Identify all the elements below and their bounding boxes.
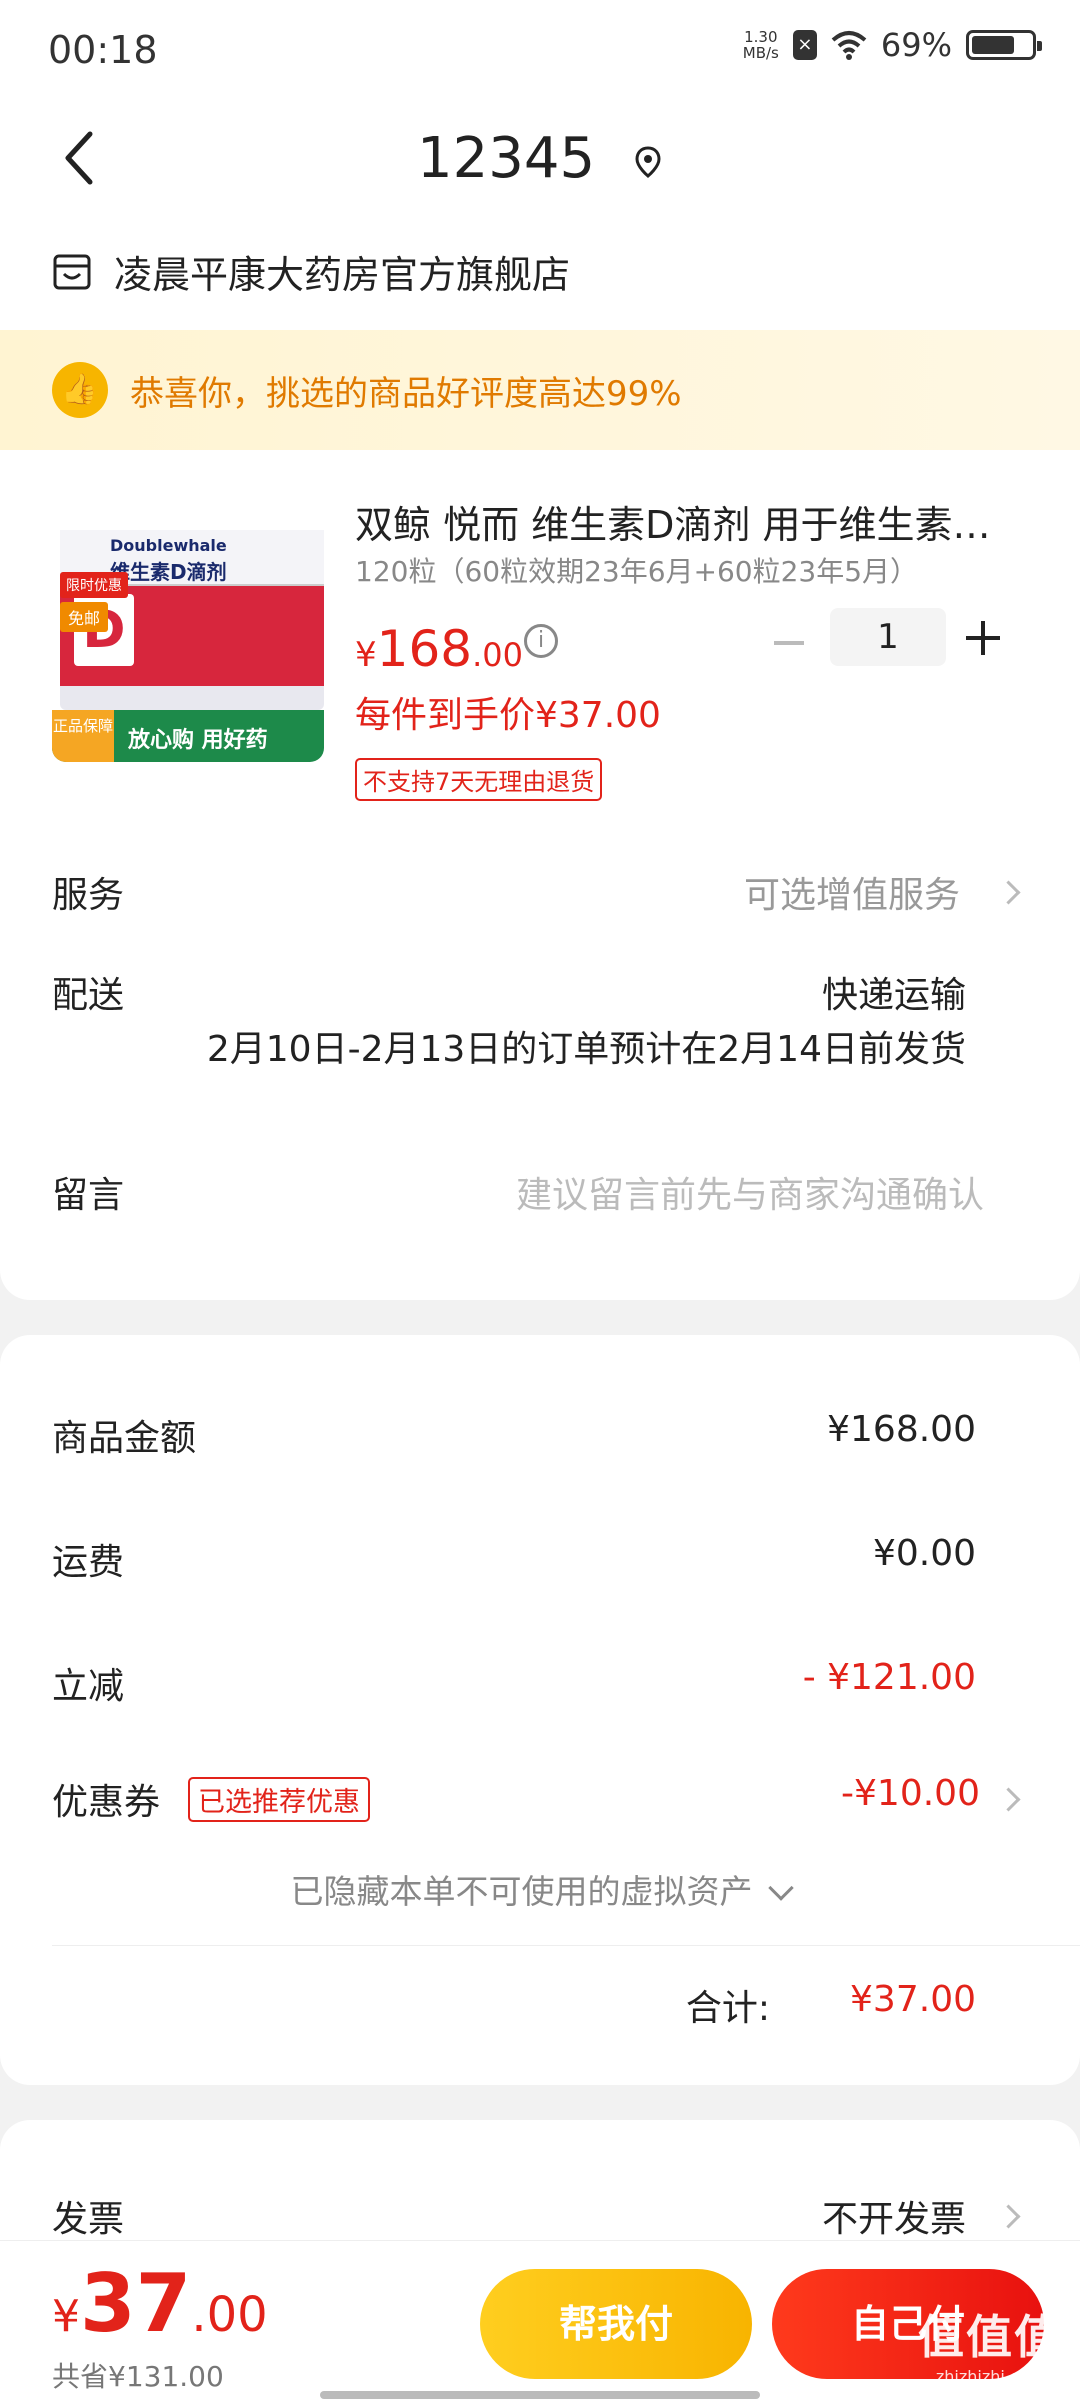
- quantity-increase-button[interactable]: [964, 618, 1004, 658]
- price-summary-card: 商品金额 ¥168.00 运费 ¥0.00 立减 - ¥121.00 优惠券 已…: [0, 1335, 1080, 2085]
- network-speed: 1.30 MB/s: [743, 29, 779, 61]
- return-policy-badge: 不支持7天无理由退货: [355, 758, 603, 801]
- home-indicator[interactable]: [320, 2391, 760, 2399]
- service-value: 可选增值服务: [743, 875, 960, 916]
- authentic-badge: 正品保障: [52, 710, 114, 762]
- info-icon[interactable]: i: [524, 624, 558, 658]
- sim-card-icon: ×: [792, 30, 817, 60]
- coupon-label: 优惠券: [52, 1782, 161, 1823]
- checkout-bar: ¥37.00 共省¥131.00 帮我付 自己付 值值值 zhizhizhi.c…: [0, 2240, 1080, 2400]
- divider: [52, 1945, 1080, 1946]
- chevron-right-icon: [1000, 2202, 1018, 2232]
- discount-label: 立减: [52, 1666, 125, 1707]
- price-decimal: .00: [472, 636, 523, 674]
- bottom-total-integer: 37: [80, 2257, 192, 2350]
- delivery-note: 2月10日-2月13日的订单预计在2月14日前发货: [206, 1029, 966, 1070]
- page-header: 12345: [0, 100, 1080, 220]
- discount-value: - ¥121.00: [802, 1657, 976, 1698]
- quantity-value[interactable]: 1: [830, 608, 946, 666]
- bottom-total-decimal: .00: [191, 2287, 268, 2343]
- price-integer: 168: [376, 620, 473, 678]
- rating-banner-text: 恭喜你，挑选的商品好评度高达99%: [130, 374, 682, 414]
- battery-icon: [966, 30, 1042, 60]
- message-label: 留言: [52, 1175, 125, 1216]
- delivery-row[interactable]: 配送 快递运输 2月10日-2月13日的订单预计在2月14日前发货: [0, 960, 1080, 1080]
- product-image[interactable]: Doublewhale 维生素D滴剂 D 限时优惠 免邮 正品保障 放心购 用好…: [52, 500, 324, 762]
- coupon-row[interactable]: 优惠券 已选推荐优惠 -¥10.00: [0, 1759, 1080, 1839]
- coupon-tag: 已选推荐优惠: [188, 1777, 370, 1822]
- watermark: 值值值 zhizhizhi.com: [918, 2301, 1062, 2386]
- chevron-right-icon: [1000, 1785, 1018, 1815]
- product-spec[interactable]: 120粒（60粒效期23年6月+60粒23年5月）: [355, 550, 918, 590]
- price-currency: ¥: [355, 635, 377, 675]
- product-box-brand: Doublewhale: [110, 536, 227, 555]
- product-image-footer: 正品保障 放心购 用好药: [52, 710, 324, 762]
- total-row: 合计: ¥37.00: [0, 1965, 1080, 2045]
- message-input[interactable]: 建议留言前先与商家沟通确认: [516, 1166, 984, 1218]
- address-title[interactable]: 12345: [0, 126, 1080, 191]
- battery-percentage: 69%: [880, 26, 952, 64]
- wifi-icon: [831, 31, 867, 60]
- shipping-value: ¥0.00: [872, 1533, 976, 1574]
- delivery-label: 配送: [52, 975, 125, 1016]
- discount-row: 立减 - ¥121.00: [0, 1643, 1080, 1723]
- saved-amount: 共省¥131.00: [52, 2360, 224, 2393]
- shop-name: 凌晨平康大药房官方旗舰店: [114, 253, 571, 297]
- network-speed-value: 1.30: [744, 28, 778, 46]
- shipping-label: 运费: [52, 1542, 125, 1583]
- invoice-label: 发票: [52, 2199, 125, 2240]
- network-speed-unit: MB/s: [742, 44, 779, 62]
- store-icon: [53, 254, 91, 289]
- chevron-down-icon: [767, 1875, 794, 1901]
- shipping-row: 运费 ¥0.00: [0, 1519, 1080, 1599]
- goods-amount-row: 商品金额 ¥168.00: [0, 1395, 1080, 1475]
- product-price: ¥168.00: [355, 620, 523, 678]
- free-shipping-tag: 免邮: [60, 602, 109, 632]
- limited-offer-tag: 限时优惠: [60, 572, 128, 598]
- shop-row[interactable]: 凌晨平康大药房官方旗舰店: [52, 244, 570, 299]
- unit-final-price: 每件到手价¥37.00: [355, 695, 661, 736]
- address-title-text: 12345: [417, 126, 596, 191]
- status-bar: 00:18 1.30 MB/s × 69%: [0, 0, 1080, 100]
- service-label-text: 服务: [52, 875, 125, 916]
- hidden-assets-text: 已隐藏本单不可使用的虚拟资产: [290, 1872, 753, 1911]
- status-icons: 1.30 MB/s × 69%: [743, 26, 1042, 64]
- bottom-currency: ¥: [52, 2291, 80, 2342]
- goods-amount-label: 商品金额: [52, 1418, 197, 1459]
- product-image-slogan: 放心购 用好药: [128, 728, 268, 753]
- goods-amount-value: ¥168.00: [827, 1409, 976, 1450]
- watermark-logo: 值值值: [918, 2310, 1062, 2364]
- invoice-value: 不开发票: [821, 2199, 966, 2240]
- delivery-method: 快递运输: [821, 975, 966, 1016]
- total-label: 合计:: [685, 1988, 770, 2029]
- product-box-art: Doublewhale 维生素D滴剂 D 限时优惠 免邮: [60, 530, 324, 710]
- total-value: ¥37.00: [850, 1979, 976, 2020]
- product-title[interactable]: 双鲸 悦而 维生素D滴剂 用于维生素…: [355, 494, 1005, 549]
- service-row[interactable]: 服务 可选增值服务: [0, 840, 1080, 940]
- rating-banner: 👍 恭喜你，挑选的商品好评度高达99%: [0, 330, 1080, 450]
- bottom-total-price: ¥37.00: [52, 2257, 268, 2350]
- location-pin-icon: [635, 146, 661, 178]
- order-item-card: 凌晨平康大药房官方旗舰店 👍 恭喜你，挑选的商品好评度高达99% Doublew…: [0, 220, 1080, 1300]
- watermark-site: zhizhizhi.com: [935, 2367, 1045, 2386]
- message-row[interactable]: 留言 建议留言前先与商家沟通确认: [0, 1140, 1080, 1240]
- chevron-right-icon: [1000, 878, 1018, 908]
- status-time: 00:18: [48, 28, 158, 72]
- help-me-pay-button[interactable]: 帮我付: [480, 2269, 752, 2379]
- quantity-decrease-button[interactable]: [770, 622, 810, 662]
- coupon-value: -¥10.00: [841, 1773, 980, 1814]
- thumbs-up-icon: 👍: [52, 362, 108, 418]
- hidden-assets-toggle[interactable]: 已隐藏本单不可使用的虚拟资产: [0, 1865, 1080, 1925]
